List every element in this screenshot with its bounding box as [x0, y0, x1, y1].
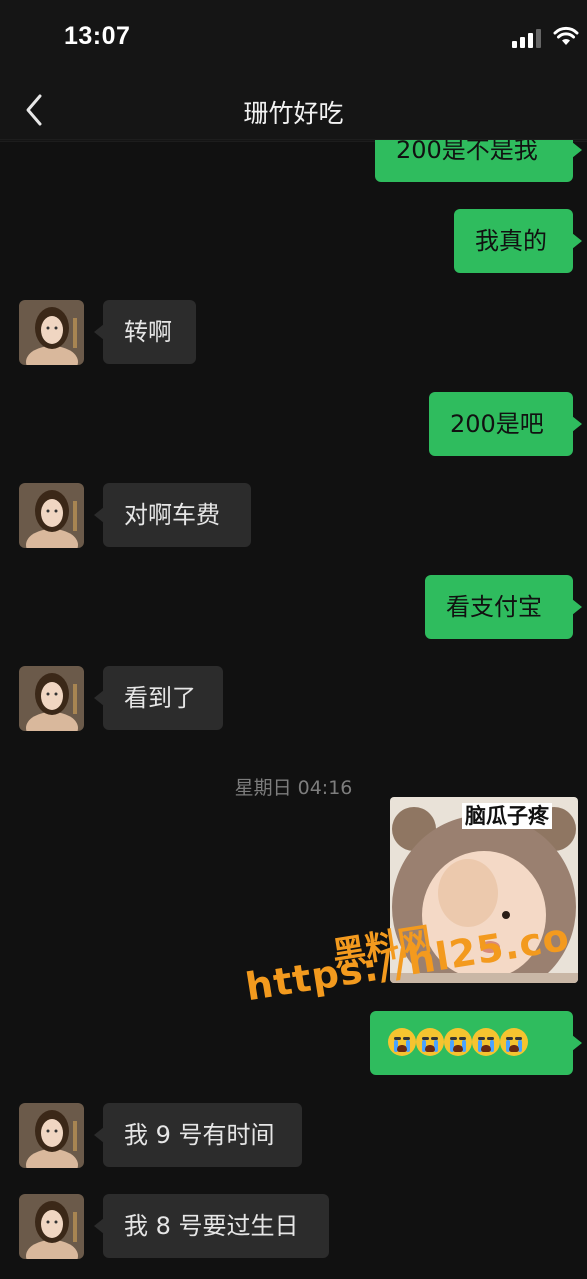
message-timestamp: 星期日 04:16 [234, 777, 353, 799]
message-bubble-incoming[interactable]: 对啊车费 [94, 483, 251, 547]
chat-header-overlay: 珊竹好吃 [0, 78, 587, 140]
message-list[interactable]: 200是不是我 我真的 转啊 200是吧 对啊车费 看支付宝 看到了 星期日 0… [0, 0, 587, 1279]
contact-avatar[interactable] [19, 1103, 84, 1168]
message-bubble-incoming[interactable]: 我 8 号要过生日 [94, 1194, 329, 1258]
contact-avatar[interactable] [19, 483, 84, 548]
crying-face-emoji-icon [416, 1028, 444, 1056]
wifi-icon [553, 26, 579, 45]
message-bubble-outgoing[interactable]: 看支付宝 [425, 575, 582, 639]
status-time: 13:07 [64, 22, 131, 50]
crying-face-emoji-icon [444, 1028, 472, 1056]
message-bubble-outgoing[interactable]: 200是吧 [429, 392, 582, 456]
crying-face-emoji-icon [472, 1028, 500, 1056]
message-bubble-incoming[interactable]: 转啊 [94, 300, 196, 364]
sticker-caption: 脑瓜子疼 [462, 803, 552, 829]
chat-title: 珊竹好吃 [243, 99, 344, 128]
message-bubble-incoming[interactable]: 看到了 [94, 666, 223, 730]
contact-avatar[interactable] [19, 1194, 84, 1259]
contact-avatar[interactable] [19, 666, 84, 731]
crying-face-emoji-icon [500, 1028, 528, 1056]
message-bubble-incoming[interactable]: 我 9 号有时间 [94, 1103, 302, 1167]
contact-avatar[interactable] [19, 300, 84, 365]
crying-face-emoji-icon [388, 1028, 416, 1056]
cellular-signal-icon [512, 29, 541, 48]
message-bubble-outgoing[interactable]: 我真的 [454, 209, 582, 273]
message-bubble-outgoing-emoji[interactable] [370, 1011, 582, 1075]
status-bar-overlay: 13:07 [0, 0, 587, 78]
